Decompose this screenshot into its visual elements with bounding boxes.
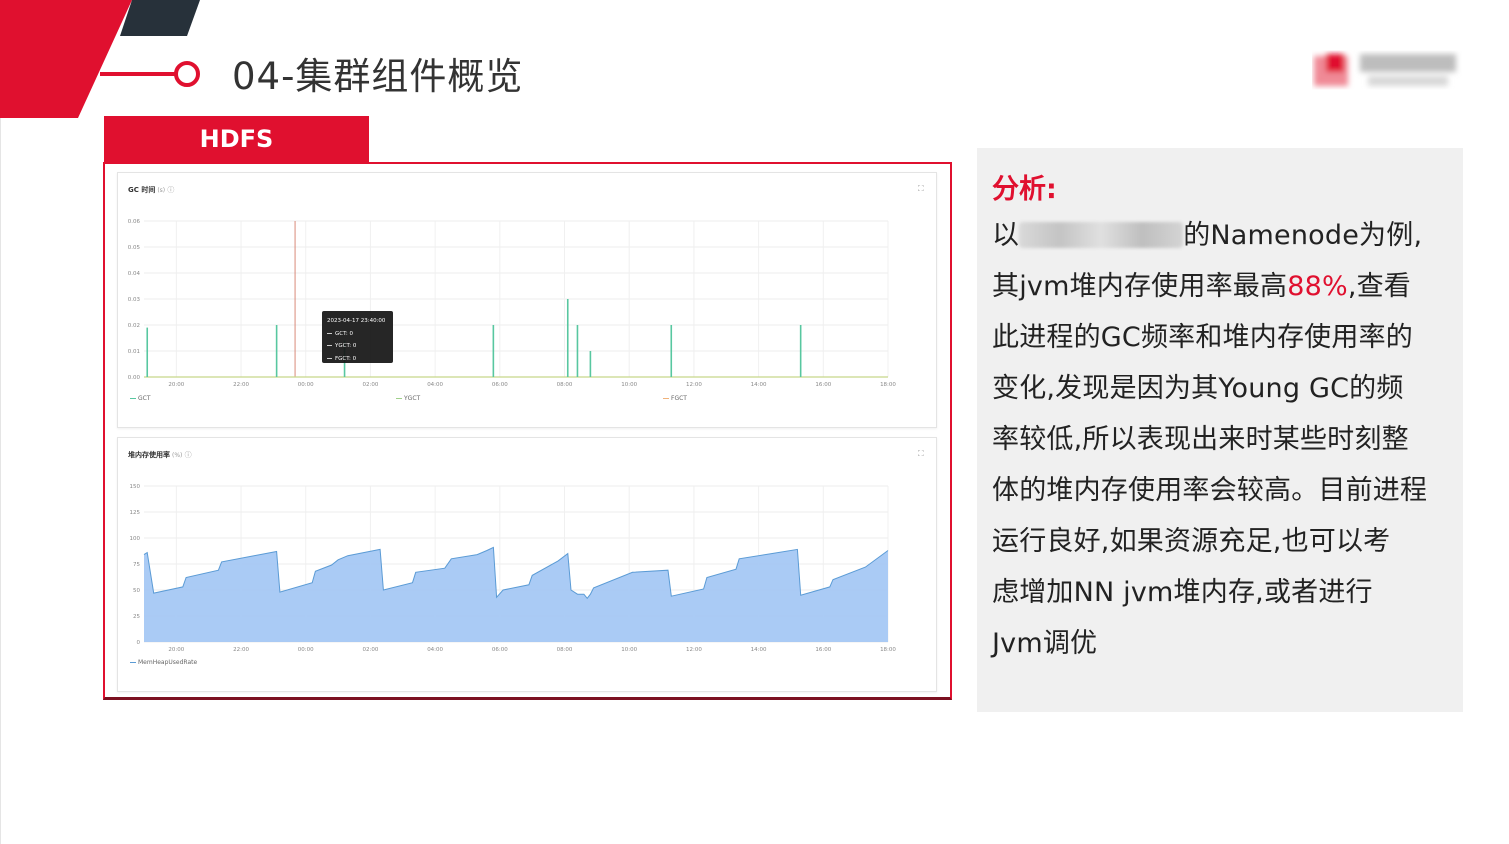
- x-tick-label: 04:00: [427, 382, 443, 388]
- analysis-line: 其jvm堆内存使用率最高88%,查看: [992, 271, 1411, 302]
- gc-chart-card: GC 时间 (s) ⓘ ⛶ 0.06 0.05 0.04 0.03 0.02 0.01 0.0…: [117, 172, 937, 428]
- x-tick-label: 08:00: [557, 382, 573, 388]
- x-tick-label: 20:00: [168, 382, 184, 388]
- analysis-line: Jvm调优: [992, 628, 1098, 659]
- y-tick-label: 25: [133, 614, 140, 620]
- analysis-line: 率较低,所以表现出来时某些时刻整: [992, 424, 1409, 455]
- x-tick-label: 00:00: [298, 647, 314, 653]
- y-tick-label: 0.00: [128, 375, 141, 381]
- y-tick-label: 0.02: [128, 323, 140, 329]
- heap-area: [144, 547, 888, 642]
- tooltip-row: FGCT: 0: [327, 353, 388, 366]
- y-tick-label: 50: [133, 588, 140, 594]
- highlight-value: 88%: [1287, 271, 1348, 302]
- x-tick-label: 16:00: [815, 382, 831, 388]
- y-tick-label: 0.04: [128, 271, 141, 277]
- chart-tooltip: 2023-04-17 23:40:00 GCT: 0 YGCT: 0 FGCT:…: [322, 311, 393, 363]
- y-tick-label: 0.06: [128, 219, 141, 225]
- x-tick-label: 08:00: [557, 647, 573, 653]
- x-tick-label: 06:00: [492, 382, 508, 388]
- company-logo: [1314, 54, 1456, 86]
- analysis-text: 以的Namenode为例, 其jvm堆内存使用率最高88%,查看 此进程的GC频…: [992, 210, 1449, 669]
- heap-chart: 150 125 100 75 50 25 0 20:00 22:00 00:00 02:00 04:0…: [130, 484, 897, 653]
- x-tick-label: 06:00: [492, 647, 508, 653]
- x-tick-label: 00:00: [298, 382, 314, 388]
- x-tick-label: 22:00: [233, 647, 249, 653]
- y-tick-label: 100: [130, 536, 141, 542]
- corner-decoration: [0, 0, 200, 118]
- analysis-line: 变化,发现是因为其Young GC的频: [992, 373, 1404, 404]
- tooltip-date: 2023-04-17 23:40:00: [327, 318, 386, 324]
- gc-legend-ygct: YGCT: [396, 395, 420, 402]
- x-tick-label: 16:00: [815, 647, 831, 653]
- x-tick-label: 14:00: [751, 382, 767, 388]
- tooltip-row: GCT: 0: [327, 328, 388, 341]
- analysis-line: 以的Namenode为例,: [992, 220, 1423, 251]
- y-tick-label: 75: [133, 562, 140, 568]
- analysis-heading: 分析:: [992, 174, 1057, 205]
- x-tick-label: 18:00: [880, 647, 896, 653]
- analysis-line: 虑增加NN jvm堆内存,或者进行: [992, 577, 1373, 608]
- heap-chart-card: 堆内存使用率 (%) ⓘ ⛶ 150 125 100 75 50 25 0 20:00 22:00…: [117, 437, 937, 692]
- analysis-line: 运行良好,如果资源充足,也可以考: [992, 526, 1391, 557]
- y-tick-label: 0: [137, 640, 141, 646]
- x-tick-label: 20:00: [168, 647, 184, 653]
- y-tick-label: 125: [130, 510, 141, 516]
- screenshot-panel: GC 时间 (s) ⓘ ⛶ 0.06 0.05 0.04 0.03 0.02 0.01 0.0…: [103, 162, 952, 700]
- x-tick-label: 22:00: [233, 382, 249, 388]
- x-tick-label: 18:00: [880, 382, 896, 388]
- x-tick-label: 04:00: [427, 647, 443, 653]
- x-tick-label: 10:00: [621, 647, 637, 653]
- analysis-line: 此进程的GC频率和堆内存使用率的: [992, 322, 1413, 353]
- y-tick-label: 0.01: [128, 349, 140, 355]
- gc-legend-gct: GCT: [130, 395, 151, 402]
- gc-legend-fgct: FGCT: [663, 395, 687, 402]
- y-tick-label: 150: [130, 484, 141, 490]
- hdfs-tab: HDFS: [104, 116, 369, 162]
- tooltip-row: YGCT: 0: [327, 340, 388, 353]
- x-tick-label: 02:00: [363, 647, 379, 653]
- y-tick-label: 0.05: [128, 245, 141, 251]
- x-tick-label: 12:00: [686, 647, 702, 653]
- x-tick-label: 14:00: [751, 647, 767, 653]
- analysis-line: 体的堆内存使用率会较高。目前进程: [992, 475, 1428, 506]
- slide-title: 04-集群组件概览: [232, 55, 524, 98]
- left-hairline: [0, 118, 1, 844]
- redacted-text: [1019, 222, 1184, 248]
- x-tick-label: 02:00: [363, 382, 379, 388]
- heap-legend: MemHeapUsedRate: [130, 659, 197, 666]
- x-tick-label: 10:00: [621, 382, 637, 388]
- gc-chart: 0.06 0.05 0.04 0.03 0.02 0.01 0.00 20:00 22:00 00…: [128, 219, 897, 388]
- x-tick-label: 12:00: [686, 382, 702, 388]
- y-tick-label: 0.03: [128, 297, 141, 303]
- analysis-panel: 分析: 以的Namenode为例, 其jvm堆内存使用率最高88%,查看 此进程…: [977, 148, 1463, 712]
